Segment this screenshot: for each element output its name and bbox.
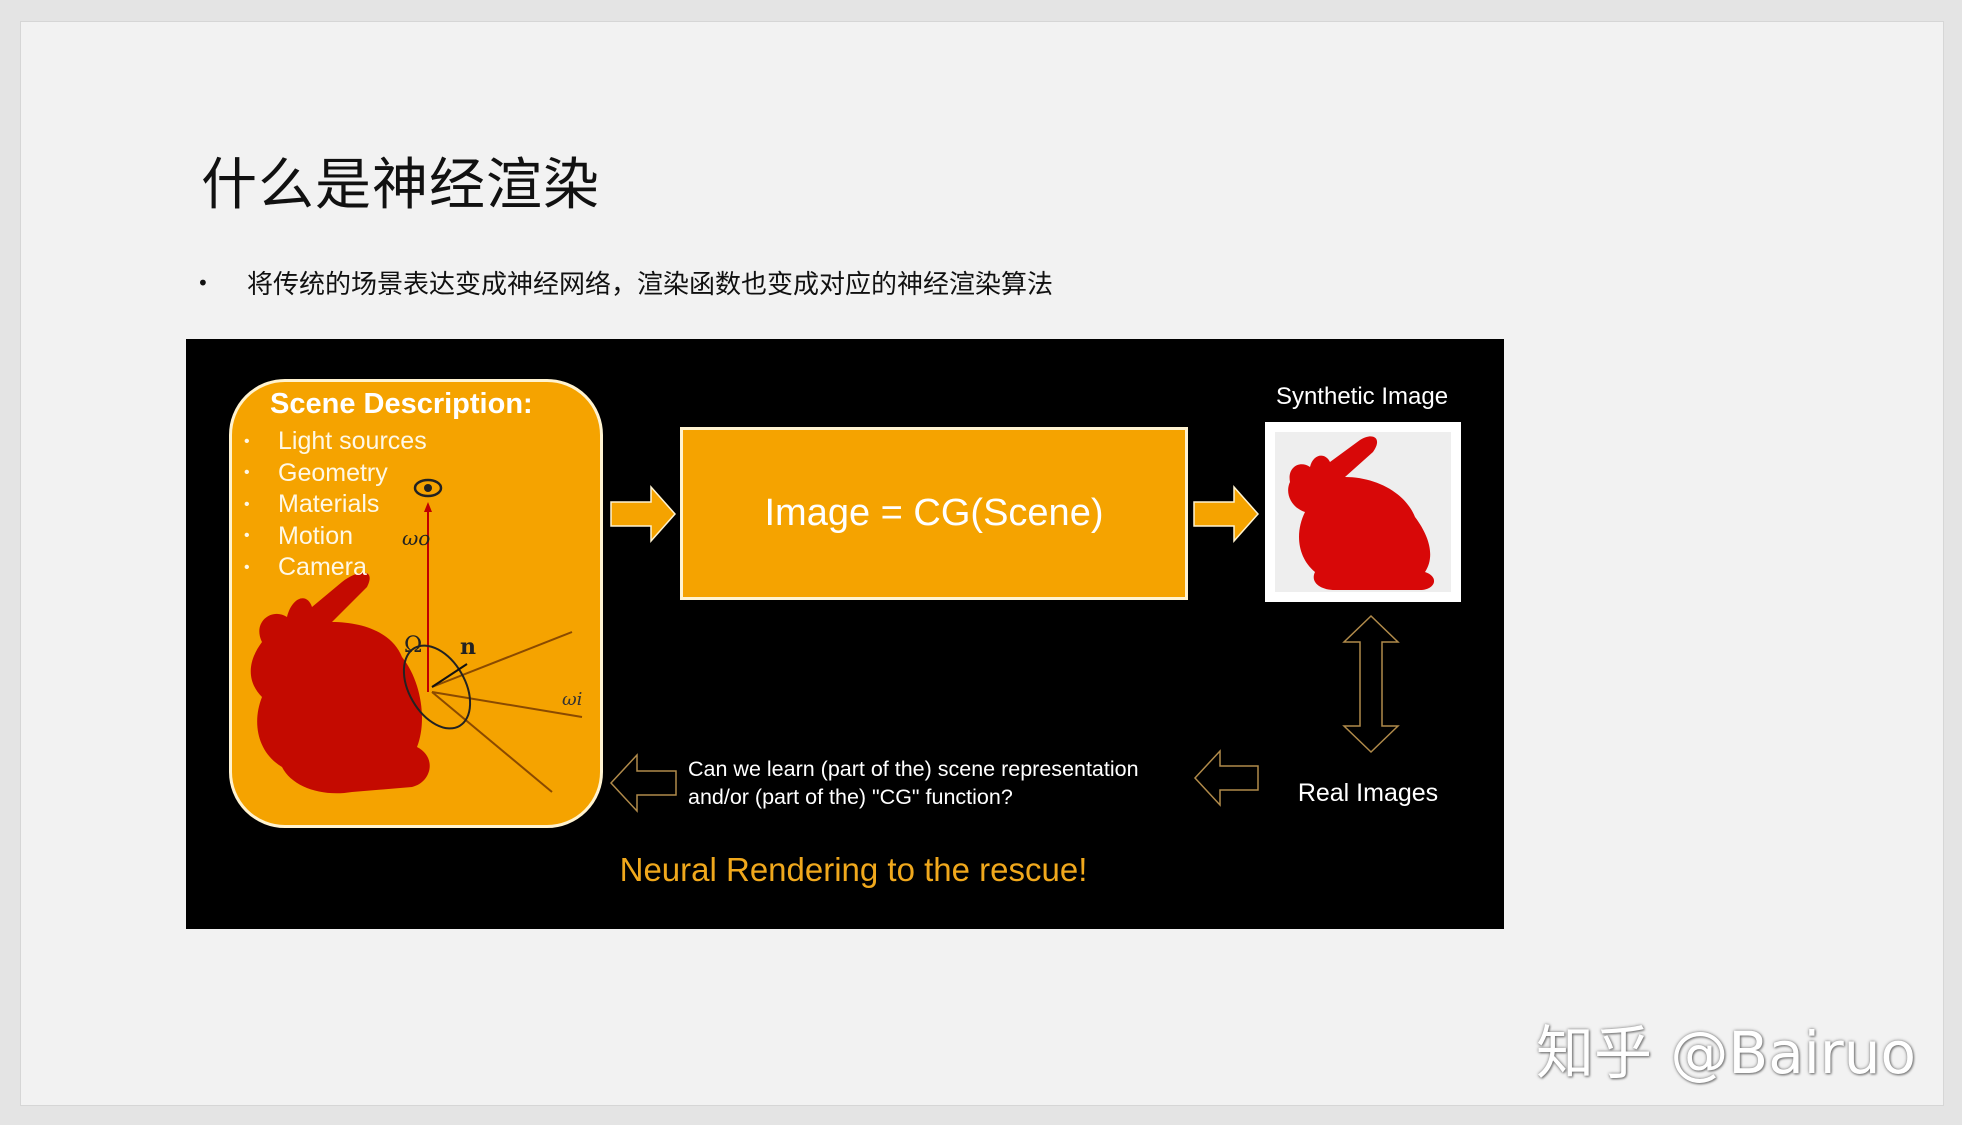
synthetic-image-label: Synthetic Image bbox=[1275, 383, 1449, 410]
arrow-right-icon bbox=[1193, 485, 1260, 543]
cg-function-box: Image = CG(Scene) bbox=[680, 427, 1188, 600]
bullet-dot: • bbox=[197, 270, 209, 295]
scene-items-list: • Light sources • Geometry • Materials • Mot… bbox=[242, 426, 427, 584]
arrow-left-outline-icon bbox=[1193, 749, 1259, 807]
scene-item: • Geometry bbox=[244, 458, 388, 487]
normal-label: n bbox=[460, 634, 476, 660]
scene-description-title: Scene Description: bbox=[270, 388, 533, 420]
scene-item: • Motion bbox=[244, 521, 354, 550]
synthetic-image bbox=[1265, 422, 1461, 602]
omega-i-label: ωi bbox=[562, 689, 582, 710]
bullet-text: 将传统的场景表达变成神经网络，渲染函数也变成对应的神经渲染算法 bbox=[247, 270, 1054, 300]
neural-rendering-figure: ωo Ω n ωi Scene Description: • Light sour… bbox=[186, 339, 1504, 929]
arrow-left-outline-icon bbox=[609, 753, 677, 813]
rescue-caption: Neural Rendering to the rescue! bbox=[619, 851, 1088, 888]
scene-item: • Materials bbox=[244, 490, 380, 519]
light-ray-1 bbox=[431, 631, 573, 688]
real-images-label: Real Images bbox=[1297, 779, 1439, 807]
bunny-icon bbox=[250, 572, 430, 794]
scene-item: • Light sources bbox=[244, 427, 427, 456]
watermark: 知乎 @Bairuo bbox=[1536, 1019, 1916, 1087]
light-ray-3 bbox=[431, 691, 553, 793]
double-arrow-icon bbox=[1342, 614, 1400, 754]
omega-label: Ω bbox=[404, 633, 422, 658]
scene-description-panel: ωo Ω n ωi Scene Description: • Light sour… bbox=[229, 379, 603, 828]
bullet-item: • 将传统的场景表达变成神经网络，渲染函数也变成对应的神经渲染算法 bbox=[197, 264, 1053, 301]
slide: 什么是神经渲染 • 将传统的场景表达变成神经网络，渲染函数也变成对应的神经渲染算… bbox=[20, 21, 1944, 1106]
slide-title: 什么是神经渲染 bbox=[201, 153, 600, 218]
arrow-right-icon bbox=[610, 485, 677, 543]
scene-item: • Camera bbox=[244, 553, 367, 582]
light-ray-2 bbox=[431, 691, 583, 718]
bunny-icon bbox=[1275, 432, 1451, 592]
question-text: Can we learn (part of the) scene represe… bbox=[688, 757, 1139, 809]
